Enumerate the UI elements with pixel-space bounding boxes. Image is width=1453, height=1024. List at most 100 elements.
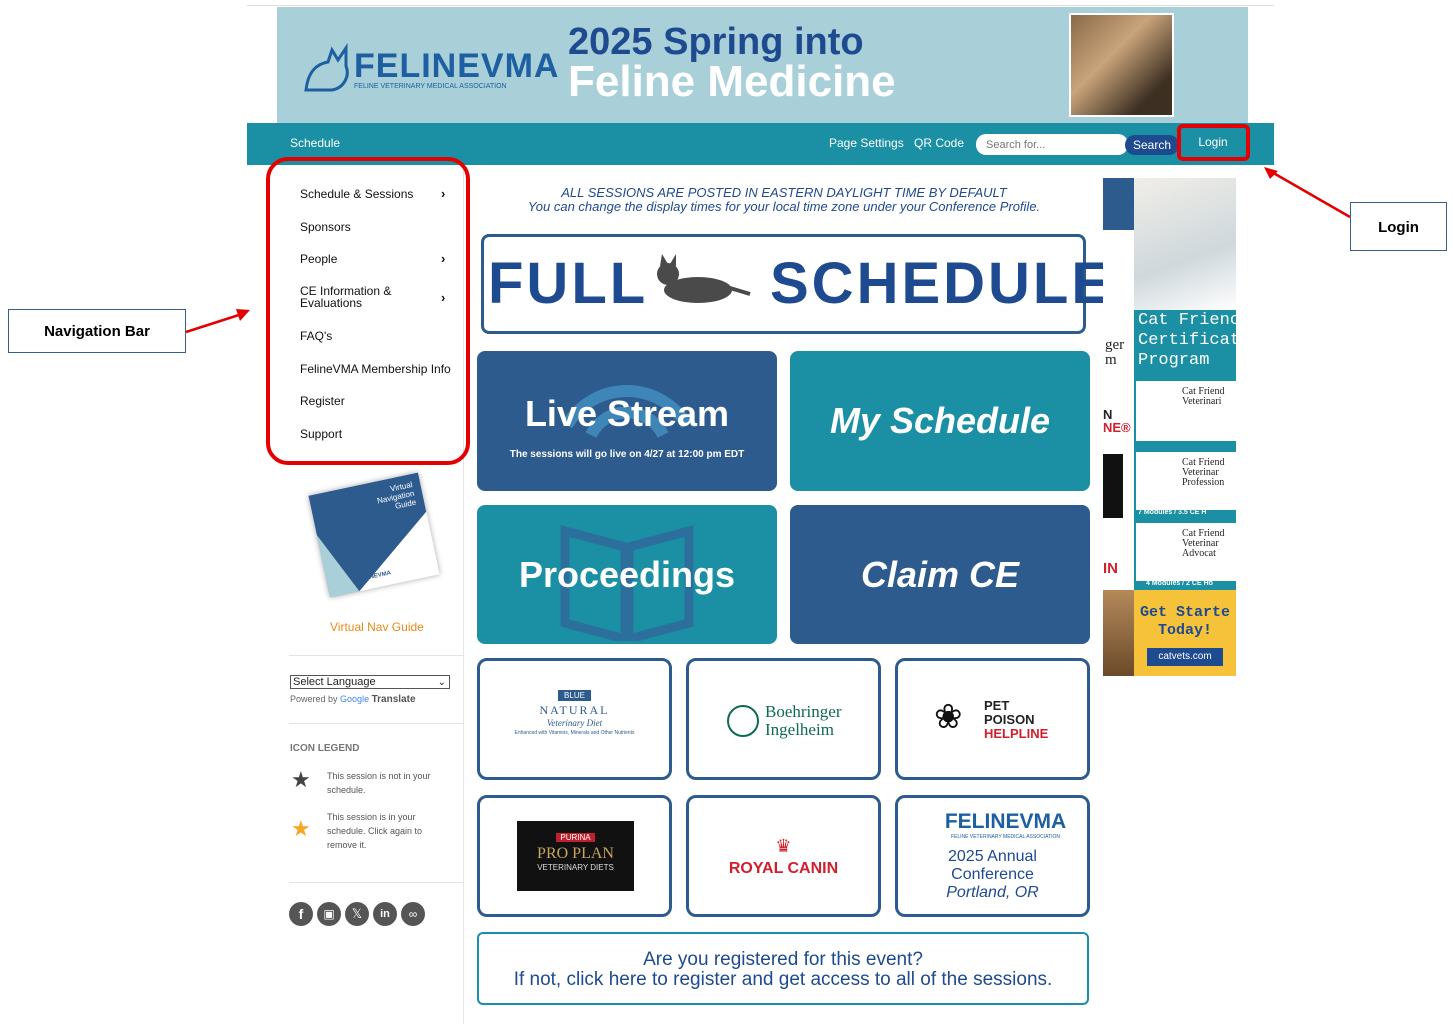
ce-label-line-2: Evaluations xyxy=(300,296,363,310)
left-ad-strip[interactable]: ger m N NE® IN xyxy=(1103,178,1134,676)
sidebar-item-ce-information[interactable]: CE Information & Evaluations xyxy=(300,285,391,309)
sidebar-separator xyxy=(289,655,463,656)
language-select[interactable]: Select Language ⌄ xyxy=(290,675,450,689)
sidebar-item-membership[interactable]: FelineVMA Membership Info xyxy=(300,362,451,376)
legend-text: schedule. Click again to xyxy=(327,826,423,836)
timezone-notice: ALL SESSIONS ARE POSTED IN EASTERN DAYLI… xyxy=(477,186,1091,214)
notice-line-2: You can change the display times for you… xyxy=(527,199,1041,214)
search-button[interactable]: Search xyxy=(1125,135,1179,155)
fvma-conference-text: 2025 Annual Conference Portland, OR xyxy=(898,848,1087,902)
proceedings-title: Proceedings xyxy=(518,553,736,595)
felinevma-conference-tile[interactable]: FELINEVMA FELINE VETERINARY MEDICAL ASSO… xyxy=(895,795,1090,917)
my-schedule-tile[interactable]: My Schedule xyxy=(790,351,1090,491)
module-1-title: Cat Friend Veterinari xyxy=(1182,386,1225,407)
legend-text: schedule. xyxy=(327,785,366,795)
powered-by-translate: Powered by Google Translate xyxy=(290,694,416,705)
headline-line-2: Feline Medicine xyxy=(568,57,896,106)
link-icon[interactable]: ∞ xyxy=(401,902,425,926)
brand-subtitle: FELINE VETERINARY MEDICAL ASSOCIATION xyxy=(354,83,507,90)
qr-code-link[interactable]: QR Code xyxy=(914,136,964,150)
blue-natural-logo: BLUE NATURAL Veterinary Diet Enhanced wi… xyxy=(480,685,669,736)
boehringer-line-1: Boehringer xyxy=(765,702,842,721)
search-input[interactable] xyxy=(976,134,1128,155)
sidebar-separator xyxy=(289,723,463,724)
ppl-line-1: PET xyxy=(984,698,1010,713)
nav-schedule-link[interactable]: Schedule xyxy=(290,136,340,150)
claim-ce-tile[interactable]: Claim CE xyxy=(790,505,1090,644)
sponsor-purina-pro-plan[interactable]: PURINA PRO PLAN VETERINARY DIETS xyxy=(477,795,672,917)
sponsor-royal-canin[interactable]: ♛ ROYAL CANIN xyxy=(686,795,881,917)
login-callout-arrow xyxy=(1264,167,1351,219)
left-ad-red-text: IN xyxy=(1103,560,1118,577)
sidebar-item-people[interactable]: People xyxy=(300,252,337,266)
live-stream-subtitle: The sessions will go live on 4/27 at 12:… xyxy=(509,448,745,460)
sponsor-pet-poison-helpline[interactable]: ❀ PET POISON HELPLINE xyxy=(895,658,1090,780)
social-links: f ▣ 𝕏 in ∞ xyxy=(289,902,425,926)
my-schedule-title: My Schedule xyxy=(829,400,1051,441)
page-settings-link[interactable]: Page Settings xyxy=(829,136,904,150)
star-filled-icon: ★ xyxy=(291,816,311,841)
virtual-nav-guide-link[interactable]: Virtual Nav Guide xyxy=(330,620,424,634)
left-ad-header xyxy=(1103,178,1134,230)
left-ad-line-4: NE® xyxy=(1103,420,1131,435)
banner-cat-photo xyxy=(1069,13,1174,117)
sidebar-item-register[interactable]: Register xyxy=(300,394,345,408)
proceedings-tile[interactable]: Proceedings xyxy=(477,505,777,644)
get-started-line-1: Get Starte xyxy=(1139,604,1230,621)
left-ad-text: ger m xyxy=(1105,338,1124,368)
icon-legend-title: ICON LEGEND xyxy=(290,743,360,754)
navigation-highlight-box xyxy=(266,157,470,465)
live-stream-title: Live Stream xyxy=(524,392,730,434)
sponsor-boehringer[interactable]: Boehringer Ingelheim xyxy=(686,658,881,780)
left-ad-dark-block xyxy=(1103,454,1123,518)
chevron-right-icon: › xyxy=(441,186,446,201)
module-3-sub: 4 Modules / 2 CE Ho xyxy=(1146,580,1213,587)
language-select-value: Select Language xyxy=(293,676,376,688)
cat-logo-icon xyxy=(304,43,349,92)
module-1-sub: 9 Modules / 5 CE Ho xyxy=(1146,436,1213,443)
cf-line-1: Cat Frienc xyxy=(1138,311,1236,330)
kitten-icon xyxy=(657,254,751,303)
instagram-icon[interactable]: ▣ xyxy=(317,902,341,926)
full-schedule-text-right: SCHEDULE xyxy=(770,251,1114,316)
cat-friendly-ad[interactable]: Cat Frienc Certificat Program Cat Friend… xyxy=(1134,178,1236,676)
register-banner[interactable]: Are you registered for this event? If no… xyxy=(477,932,1089,1005)
sidebar-item-schedule-sessions[interactable]: Schedule & Sessions xyxy=(300,187,413,201)
ppl-line-2: POISON xyxy=(984,712,1035,727)
sidebar-separator xyxy=(289,882,463,883)
google-logo: Google xyxy=(340,694,370,704)
sidebar-item-support[interactable]: Support xyxy=(300,427,342,441)
left-ad-line-1: ger xyxy=(1105,337,1125,353)
vet-diets-word: VETERINARY DIETS xyxy=(537,863,614,872)
powered-by-label: Powered by xyxy=(290,694,338,704)
left-ad-line-2: m xyxy=(1105,352,1117,368)
navigation-callout-label: Navigation Bar xyxy=(8,309,186,353)
blue-tagline: Enhanced with Vitamins, Minerals and Oth… xyxy=(514,730,635,736)
chevron-right-icon: › xyxy=(441,290,446,305)
catvets-link: catvets.com xyxy=(1147,648,1223,666)
brand-name: FELINEVMA xyxy=(354,47,560,85)
sponsor-blue-natural[interactable]: BLUE NATURAL Veterinary Diet Enhanced wi… xyxy=(477,658,672,780)
get-started-panel: Get Starte Today! catvets.com xyxy=(1134,590,1236,676)
fvma-conf-line-2: Conference xyxy=(951,866,1034,883)
royal-canin-wordmark: ROYAL CANIN xyxy=(728,860,839,877)
star-empty-icon: ★ xyxy=(291,767,311,792)
crown-icon: ♛ xyxy=(775,836,792,856)
x-icon[interactable]: 𝕏 xyxy=(345,902,369,926)
facebook-icon[interactable]: f xyxy=(289,902,313,926)
notice-line-1: ALL SESSIONS ARE POSTED IN EASTERN DAYLI… xyxy=(561,185,1007,200)
translate-link[interactable]: Translate xyxy=(372,694,416,705)
paw-icon: ❀ xyxy=(934,698,963,736)
legend-text: This session is in your xyxy=(327,812,416,822)
register-line-1: Are you registered for this event? xyxy=(643,949,923,970)
sidebar-item-faqs[interactable]: FAQ's xyxy=(300,329,332,343)
left-ad-brand: N NE® xyxy=(1103,408,1131,434)
linkedin-icon[interactable]: in xyxy=(373,902,397,926)
register-line-2: If not, click here to register and get a… xyxy=(513,969,1053,990)
sidebar-item-sponsors[interactable]: Sponsors xyxy=(300,220,351,234)
virtual-guide-thumbnail[interactable]: Virtual Navigation Guide FELINEVMA xyxy=(308,472,440,598)
chevron-down-icon: ⌄ xyxy=(437,677,446,688)
claim-ce-title: Claim CE xyxy=(860,553,1020,595)
live-stream-tile[interactable]: Live Stream The sessions will go live on… xyxy=(477,351,777,491)
legend-text: This session is not in your xyxy=(327,771,431,781)
